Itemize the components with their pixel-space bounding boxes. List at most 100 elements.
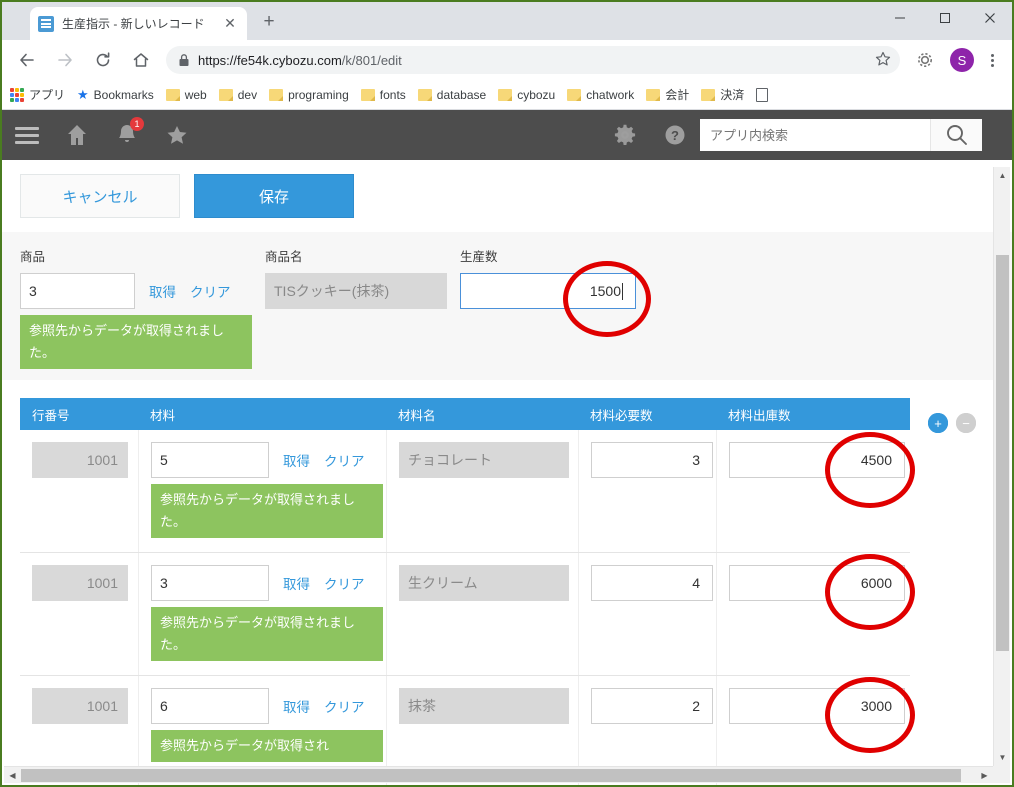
browser-tab[interactable]: 生産指示 - 新しいレコード ✕ — [30, 7, 247, 40]
scroll-up-icon[interactable]: ▲ — [994, 167, 1011, 184]
bookmark-chatwork[interactable]: chatwork — [567, 88, 634, 102]
hamburger-icon[interactable] — [2, 110, 52, 160]
bookmark-label: fonts — [379, 87, 406, 102]
bookmark-programing[interactable]: programing — [269, 88, 349, 102]
bookmark-kaikei[interactable]: 会計 — [646, 86, 689, 103]
url-path: /k/801/edit — [341, 52, 402, 68]
avatar[interactable]: S — [950, 48, 974, 72]
issued-qty-input[interactable]: 6000 — [729, 565, 905, 601]
cell-rowno: 1001 — [20, 553, 138, 675]
scroll-down-icon[interactable]: ▼ — [994, 749, 1011, 766]
help-icon[interactable]: ? — [650, 110, 700, 160]
bookmark-database[interactable]: database — [417, 88, 486, 102]
search-input[interactable] — [710, 127, 930, 143]
lookup-clear-link[interactable]: クリア — [324, 573, 365, 593]
lookup-get-link[interactable]: 取得 — [283, 450, 310, 470]
cell-required-qty: 3 — [578, 430, 716, 552]
production-qty-input[interactable]: 1500 — [460, 273, 636, 309]
issued-qty-input[interactable]: 3000 — [729, 688, 905, 724]
folder-icon — [269, 88, 284, 101]
cancel-button[interactable]: キャンセル — [20, 174, 180, 218]
search-icon[interactable] — [930, 119, 982, 151]
svg-text:?: ? — [671, 128, 679, 143]
bell-icon[interactable]: 1 — [102, 110, 152, 160]
issued-qty-input[interactable]: 4500 — [729, 442, 905, 478]
minimize-icon[interactable] — [877, 2, 922, 34]
apps-grid-icon — [10, 87, 24, 102]
materials-table: 行番号 材料 材料名 材料必要数 材料出庫数 1001 5 取得 クリア 参照先… — [20, 398, 976, 785]
folder-icon — [567, 88, 582, 101]
bookmark-web[interactable]: web — [165, 88, 207, 102]
scroll-right-icon[interactable]: ▶ — [976, 767, 993, 784]
production-qty-value: 1500 — [589, 283, 621, 299]
form-field-row: 商品 3 取得 クリア 参照先からデータが取得されました。 商品名 TISクッキ… — [20, 246, 1012, 369]
save-button[interactable]: 保存 — [194, 174, 354, 218]
material-code-input[interactable]: 5 — [151, 442, 269, 478]
bookmark-fonts[interactable]: fonts — [360, 87, 406, 102]
maximize-icon[interactable] — [922, 2, 967, 34]
lookup-message: 参照先からデータが取得され — [151, 730, 383, 762]
address-bar[interactable]: https://fe54k.cybozu.com/k/801/edit — [166, 46, 900, 74]
add-row-button[interactable]: + — [928, 413, 948, 433]
field-label: 商品名 — [265, 250, 303, 264]
new-tab-button[interactable]: + — [257, 10, 281, 34]
bookmark-star-icon[interactable] — [874, 50, 892, 68]
required-qty-input[interactable]: 3 — [591, 442, 713, 478]
material-code-input[interactable]: 3 — [151, 565, 269, 601]
product-code-input[interactable]: 3 — [20, 273, 135, 309]
lookup-get-link[interactable]: 取得 — [149, 281, 176, 301]
cell-material: 3 取得 クリア 参照先からデータが取得されました。 — [138, 553, 386, 675]
back-icon[interactable] — [11, 44, 43, 76]
horizontal-scrollbar[interactable]: ◀ ▶ — [4, 766, 993, 783]
cell-rowno: 1001 — [20, 430, 138, 552]
lock-icon — [178, 53, 190, 67]
bookmark-dev[interactable]: dev — [218, 88, 257, 102]
vertical-scrollbar[interactable]: ▲ ▼ — [993, 167, 1010, 766]
lookup-clear-link[interactable]: クリア — [324, 696, 365, 716]
close-icon[interactable]: ✕ — [221, 15, 239, 33]
bookmark-bookmarks[interactable]: ★ Bookmarks — [77, 87, 154, 103]
browser-window: 生産指示 - 新しいレコード ✕ + https://fe54k.cybozu.… — [0, 0, 1014, 787]
text-caret — [622, 282, 623, 300]
bookmark-apps[interactable]: アプリ — [10, 86, 65, 103]
field-product-name: 商品名 TISクッキー(抹茶) — [265, 246, 460, 369]
bookmark-label: アプリ — [29, 88, 66, 102]
tab-strip: 生産指示 - 新しいレコード ✕ + — [2, 2, 1012, 40]
column-header-rowno: 行番号 — [32, 408, 70, 423]
lookup-message: 参照先からデータが取得されました。 — [151, 607, 383, 661]
bookmark-cybozu[interactable]: cybozu — [498, 88, 555, 102]
horizontal-scrollbar-thumb[interactable] — [21, 769, 961, 782]
remove-row-button[interactable]: − — [956, 413, 976, 433]
gear-icon[interactable] — [600, 110, 650, 160]
url-text: https://fe54k.cybozu.com/k/801/edit — [198, 53, 402, 68]
lookup-clear-link[interactable]: クリア — [190, 281, 231, 301]
required-qty-input[interactable]: 4 — [591, 565, 713, 601]
kintone-favicon — [38, 15, 54, 32]
lookup-get-link[interactable]: 取得 — [283, 573, 310, 593]
star-icon[interactable] — [152, 110, 202, 160]
close-window-icon[interactable] — [967, 2, 1012, 34]
lookup-clear-link[interactable]: クリア — [324, 450, 365, 470]
required-qty-input[interactable]: 2 — [591, 688, 713, 724]
forward-icon[interactable] — [49, 44, 81, 76]
app-search-box[interactable] — [700, 119, 930, 151]
reload-icon[interactable] — [87, 44, 119, 76]
home-icon[interactable] — [125, 44, 157, 76]
table-row: 1001 5 取得 クリア 参照先からデータが取得されました。 チョコレート 3… — [20, 413, 976, 553]
home-icon[interactable] — [52, 110, 102, 160]
extension-gear-icon[interactable] — [909, 44, 941, 76]
bookmark-page[interactable] — [756, 87, 769, 102]
cell-issued-qty: 6000 — [716, 553, 910, 675]
material-code-input[interactable]: 6 — [151, 688, 269, 724]
cell-required-qty: 4 — [578, 553, 716, 675]
tab-title: 生産指示 - 新しいレコード — [62, 17, 205, 31]
vertical-scrollbar-thumb[interactable] — [996, 255, 1009, 651]
bookmark-kessai[interactable]: 決済 — [701, 86, 744, 103]
browser-menu-icon[interactable] — [980, 53, 1004, 67]
folder-icon — [701, 88, 716, 101]
lookup-get-link[interactable]: 取得 — [283, 696, 310, 716]
table-header-row: 行番号 材料 材料名 材料必要数 材料出庫数 — [20, 398, 910, 430]
scroll-left-icon[interactable]: ◀ — [4, 767, 21, 784]
column-header-material: 材料 — [150, 408, 176, 423]
row-number-value: 1001 — [32, 565, 128, 601]
